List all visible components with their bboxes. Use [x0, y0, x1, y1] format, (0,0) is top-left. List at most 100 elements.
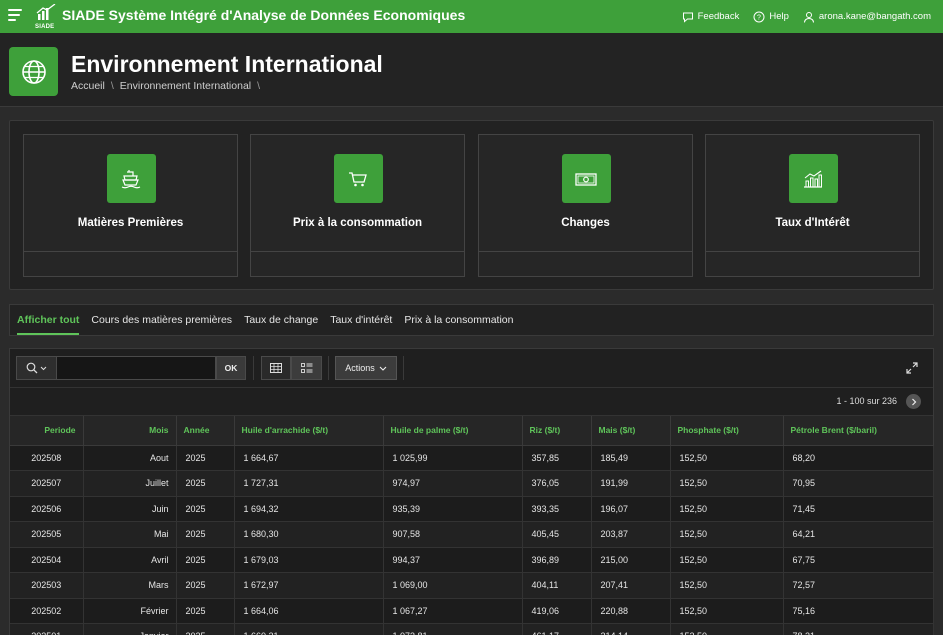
breadcrumb-current[interactable]: Environnement International: [120, 80, 251, 92]
user-icon: [803, 11, 814, 23]
cell-mois: Janvier: [83, 623, 177, 635]
tab-taux-interet[interactable]: Taux d'intérêt: [330, 305, 392, 335]
cell-petrole-brent: 68,20: [783, 445, 934, 471]
navigation-cards: Matières Premières Prix à la consommatio…: [9, 120, 934, 290]
cell-petrole-brent: 67,75: [783, 547, 934, 573]
cell-riz: 393,35: [522, 496, 592, 522]
search-column-button[interactable]: [16, 356, 56, 380]
column-header-annee[interactable]: Année: [176, 416, 235, 446]
cell-mais: 203,87: [591, 521, 671, 548]
column-header-petrole-brent[interactable]: Pétrole Brent ($/baril): [783, 416, 934, 446]
cell-huile-arrachide: 1 727,31: [234, 470, 384, 497]
column-header-huile-palme[interactable]: Huile de palme ($/t): [383, 416, 523, 446]
page-header: Environnement International Accueil \ En…: [0, 33, 943, 107]
data-table: Periode Mois Année Huile d'arrachide ($/…: [10, 416, 934, 635]
cell-riz: 357,85: [522, 445, 592, 471]
cell-mois: Juillet: [83, 470, 177, 497]
breadcrumb: Accueil \ Environnement International \: [71, 80, 260, 92]
cell-mais: 207,41: [591, 572, 671, 599]
column-header-riz[interactable]: Riz ($/t): [522, 416, 592, 446]
card-matieres-premieres[interactable]: Matières Premières: [23, 134, 238, 277]
cell-petrole-brent: 75,16: [783, 598, 934, 624]
table-row: 202505 Mai 2025 1 680,30 907,58 405,45 203,87 1…: [10, 521, 934, 548]
column-header-mois[interactable]: Mois: [83, 416, 177, 446]
tab-cours-matieres-premieres[interactable]: Cours des matières premières: [91, 305, 232, 335]
detail-view-button[interactable]: [291, 356, 322, 380]
card-changes[interactable]: Changes: [478, 134, 693, 277]
cell-periode: 202507: [10, 470, 84, 497]
column-header-mais[interactable]: Mais ($/t): [591, 416, 671, 446]
cell-petrole-brent: 64,21: [783, 521, 934, 548]
cell-phosphate: 152,50: [670, 470, 784, 497]
cell-mais: 215,00: [591, 547, 671, 573]
card-prix-consommation[interactable]: Prix à la consommation: [250, 134, 465, 277]
cell-phosphate: 152,50: [670, 623, 784, 635]
cell-huile-palme: 1 073,81: [383, 623, 523, 635]
cell-mais: 196,07: [591, 496, 671, 522]
cell-annee: 2025: [176, 496, 235, 522]
cell-periode: 202502: [10, 598, 84, 624]
cell-annee: 2025: [176, 598, 235, 624]
breadcrumb-separator: \: [110, 80, 114, 92]
tab-prix-consommation[interactable]: Prix à la consommation: [404, 305, 513, 335]
cell-periode: 202506: [10, 496, 84, 522]
cell-phosphate: 152,50: [670, 496, 784, 522]
banknote-icon: [561, 154, 611, 203]
cell-riz: 405,45: [522, 521, 592, 548]
help-label: Help: [769, 11, 789, 22]
cell-huile-arrachide: 1 680,30: [234, 521, 384, 548]
breadcrumb-separator: \: [257, 80, 261, 92]
cell-huile-arrachide: 1 664,67: [234, 445, 384, 471]
help-link[interactable]: ? Help: [753, 11, 789, 23]
feedback-link[interactable]: Feedback: [682, 11, 739, 23]
cell-huile-arrachide: 1 694,32: [234, 496, 384, 522]
card-taux-interet[interactable]: Taux d'Intérêt: [705, 134, 920, 277]
cell-huile-palme: 974,97: [383, 470, 523, 497]
cell-huile-arrachide: 1 664,06: [234, 598, 384, 624]
breadcrumb-home[interactable]: Accueil: [71, 80, 105, 92]
svg-text:?: ?: [757, 14, 761, 21]
cell-annee: 2025: [176, 521, 235, 548]
table-row: 202508 Aout 2025 1 664,67 1 025,99 357,85 185,…: [10, 445, 934, 471]
cell-mois: Mars: [83, 572, 177, 599]
siade-logo[interactable]: SIADE: [35, 3, 59, 30]
tab-bar: Afficher tout Cours des matières premièr…: [9, 304, 934, 336]
cell-annee: 2025: [176, 470, 235, 497]
table-row: 202503 Mars 2025 1 672,97 1 069,00 404,11 207,…: [10, 572, 934, 599]
cell-periode: 202503: [10, 572, 84, 599]
app-title[interactable]: SIADE Système Intégré d'Analyse de Donné…: [62, 7, 465, 23]
cart-icon: [333, 154, 383, 203]
cell-mois: Mai: [83, 521, 177, 548]
card-label: Matières Premières: [77, 217, 184, 229]
tab-afficher-tout[interactable]: Afficher tout: [17, 305, 80, 335]
next-page-button[interactable]: [906, 394, 921, 409]
column-header-huile-arrachide[interactable]: Huile d'arrachide ($/t): [234, 416, 384, 446]
hamburger-menu-icon[interactable]: [8, 9, 22, 23]
column-header-phosphate[interactable]: Phosphate ($/t): [670, 416, 784, 446]
cell-phosphate: 152,50: [670, 521, 784, 548]
cell-phosphate: 152,50: [670, 598, 784, 624]
tab-taux-de-change[interactable]: Taux de change: [244, 305, 318, 335]
cell-periode: 202508: [10, 445, 84, 471]
cell-huile-palme: 1 067,27: [383, 598, 523, 624]
search-input[interactable]: [56, 356, 216, 380]
grid-view-button[interactable]: [261, 356, 291, 380]
cell-periode: 202501: [10, 623, 84, 635]
cell-huile-palme: 935,39: [383, 496, 523, 522]
cell-phosphate: 152,50: [670, 572, 784, 599]
column-header-periode[interactable]: Periode: [10, 416, 84, 446]
cell-annee: 2025: [176, 572, 235, 599]
cell-riz: 376,05: [522, 470, 592, 497]
cell-mais: 214,14: [591, 623, 671, 635]
card-label: Changes: [561, 217, 610, 229]
grid-view-icon: [270, 363, 282, 373]
cell-huile-arrachide: 1 679,03: [234, 547, 384, 573]
table-row: 202501Janvier20251 660,211 073,81461,172…: [10, 623, 934, 635]
actions-menu-button[interactable]: Actions: [335, 356, 397, 380]
user-menu[interactable]: arona.kane@bangath.com: [803, 11, 931, 23]
expand-icon[interactable]: [905, 361, 919, 375]
ok-button[interactable]: OK: [216, 356, 246, 380]
cell-mais: 185,49: [591, 445, 671, 471]
cell-periode: 202505: [10, 521, 84, 548]
cell-mois: Avril: [83, 547, 177, 573]
